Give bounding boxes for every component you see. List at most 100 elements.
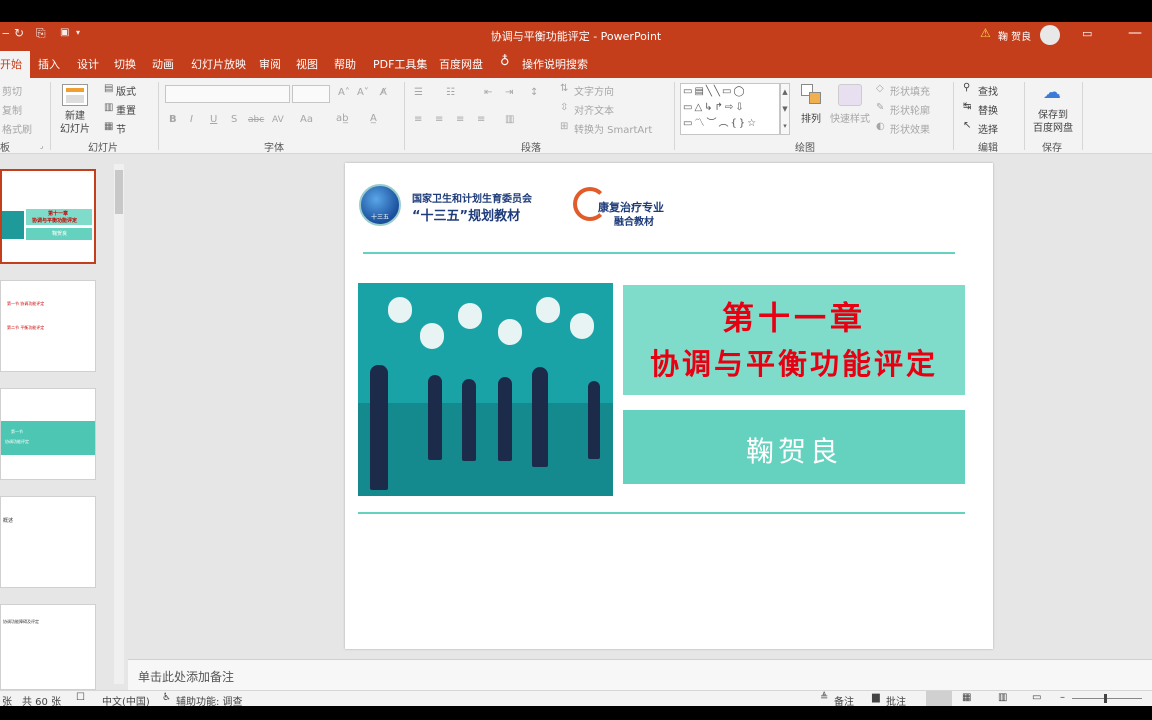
quick-styles-button[interactable]: 快速样式 [830, 110, 870, 125]
new-slide-button[interactable]: 新建 幻灯片 [57, 110, 93, 136]
slide-thumbnail-2[interactable]: 第一节 协调功能评定 第二节 平衡功能评定 [0, 280, 96, 372]
font-name-combo[interactable] [165, 85, 290, 103]
tab-design[interactable]: 设计 [77, 56, 99, 72]
format-painter-button[interactable]: 格式刷 [2, 121, 32, 136]
select-button[interactable]: 选择 [978, 121, 998, 136]
replace-button[interactable]: 替换 [978, 102, 998, 117]
tab-baidu-netdisk[interactable]: 百度网盘 [439, 56, 483, 72]
tab-home[interactable]: 开始 [0, 51, 30, 78]
avatar[interactable] [1040, 25, 1060, 45]
bold-button[interactable]: B [169, 114, 177, 125]
tab-help[interactable]: 帮助 [334, 56, 356, 72]
new-slide-icon[interactable] [62, 84, 88, 106]
tab-slideshow[interactable]: 幻灯片放映 [191, 56, 246, 72]
numbering-icon[interactable]: ☷ [446, 87, 455, 98]
thumb-author: 鞠贺良 [52, 231, 68, 237]
tab-view[interactable]: 视图 [296, 56, 318, 72]
comments-button[interactable]: 批注 [886, 693, 906, 708]
shrink-font-icon[interactable]: A˅ [357, 87, 369, 98]
text-direction-button[interactable]: 文字方向 [574, 83, 614, 98]
layout-button[interactable]: 版式 [116, 83, 136, 98]
bullets-icon[interactable]: ☰ [414, 87, 423, 98]
align-left-icon[interactable]: ≡ [414, 114, 422, 125]
language-indicator[interactable]: 中文(中国) [102, 693, 150, 708]
minimize-icon[interactable]: — [1128, 25, 1142, 41]
save-to-baidu-button[interactable]: 保存到 百度网盘 [1030, 109, 1076, 135]
notes-pane[interactable]: 单击此处添加备注 [128, 659, 1152, 690]
ribbon: 剪切 复制 格式刷 板 ⌟ 新建 幻灯片 ▤ 版式 ▥ 重置 ▦ 节 幻灯片 A… [0, 78, 1152, 154]
strikethrough-button[interactable]: abc [248, 115, 264, 125]
ribbon-display-options-icon[interactable]: ▭ [1082, 27, 1092, 40]
tab-review[interactable]: 审阅 [259, 56, 281, 72]
slideshow-view-icon[interactable]: ▭ [1032, 692, 1041, 703]
align-center-icon[interactable]: ≡ [435, 114, 443, 125]
font-size-combo[interactable] [292, 85, 330, 103]
font-color-icon[interactable]: A̲ [370, 113, 377, 124]
arrange-button[interactable]: 排列 [801, 110, 821, 125]
columns-icon[interactable]: ▥ [505, 114, 514, 125]
author-name: 鞠贺良 [745, 435, 842, 468]
spellcheck-icon[interactable]: ☐ [76, 692, 85, 703]
tab-animations[interactable]: 动画 [152, 56, 174, 72]
tell-me-search[interactable]: 操作说明搜索 [522, 56, 588, 72]
slide-thumbnail-3[interactable]: 第一节 协调功能评定 [0, 388, 96, 480]
warning-icon: ⚠ [980, 26, 991, 40]
user-name[interactable]: 鞠 贺良 [998, 28, 1031, 43]
slide-thumbnail-4[interactable]: 概述 [0, 496, 96, 588]
normal-view-icon[interactable] [926, 691, 952, 706]
shape-outline-button[interactable]: 形状轮廓 [890, 102, 930, 117]
clear-format-icon[interactable]: A̸ [380, 87, 387, 98]
section-button[interactable]: 节 [116, 121, 126, 136]
font-group-label: 字体 [264, 143, 284, 154]
slide-sorter-icon[interactable]: ▦ [962, 692, 971, 703]
find-button[interactable]: 查找 [978, 83, 998, 98]
shape-effects-button[interactable]: 形状效果 [890, 121, 930, 136]
scrollbar-thumb[interactable] [115, 170, 123, 214]
change-case-button[interactable]: Aa [300, 114, 313, 125]
thumbnail-scrollbar[interactable] [114, 164, 124, 684]
tab-pdf-tools[interactable]: PDF工具集 [373, 56, 427, 72]
zoom-out-icon[interactable]: – [1060, 692, 1065, 703]
slide-canvas[interactable]: 十三五 国家卫生和计划生育委员会 “十三五”规划教材 康复治疗专业 融合教材 第… [345, 163, 993, 649]
slide-thumbnail-1[interactable]: 第十一章 协调与平衡功能评定 鞠贺良 [0, 169, 96, 264]
quick-styles-icon[interactable] [838, 84, 862, 106]
city-skyline [358, 403, 613, 496]
accessibility-status[interactable]: 辅助功能: 调查 [176, 693, 243, 708]
baidu-cloud-icon[interactable]: ☁ [1043, 82, 1061, 103]
copy-button[interactable]: 复制 [2, 102, 22, 117]
cut-button[interactable]: 剪切 [2, 83, 22, 98]
group-separator [1082, 82, 1083, 150]
grow-font-icon[interactable]: A˄ [338, 87, 350, 98]
shapes-gallery[interactable]: ▭▤╲╲▭◯ ▭△↳↱⇨⇩ ▭〽︶︵{}☆ [680, 83, 780, 135]
reset-button[interactable]: 重置 [116, 102, 136, 117]
decrease-indent-icon[interactable]: ⇤ [484, 87, 492, 98]
reading-view-icon[interactable]: ▥ [998, 692, 1007, 703]
underline-button[interactable]: U [210, 114, 217, 125]
convert-smartart-button[interactable]: 转换为 SmartArt [574, 121, 652, 136]
align-text-button[interactable]: 对齐文本 [574, 102, 614, 117]
notes-button[interactable]: 备注 [834, 693, 854, 708]
shapes-scroll-icon[interactable]: ▲ ▼ ▾ [780, 83, 790, 135]
slide-thumbnail-5[interactable]: 协调功能障碍及评定 [0, 604, 96, 690]
tab-transitions[interactable]: 切换 [114, 56, 136, 72]
shadow-button[interactable]: S [231, 114, 237, 125]
align-right-icon[interactable]: ≡ [456, 114, 464, 125]
highlight-icon[interactable]: ab̲ [336, 113, 348, 124]
thumb-text: 第一节 [11, 429, 23, 434]
increase-indent-icon[interactable]: ⇥ [505, 87, 513, 98]
justify-icon[interactable]: ≡ [477, 114, 485, 125]
shape-fill-button[interactable]: 形状填充 [890, 83, 930, 98]
arrange-icon[interactable] [801, 84, 823, 106]
zoom-slider-thumb[interactable] [1104, 694, 1107, 703]
zoom-slider[interactable] [1072, 698, 1142, 699]
status-bar: 张 共 60 张 ☐ 中文(中国) ♿ 辅助功能: 调查 ≜ 备注 ▆ 批注 ▦… [0, 690, 1152, 708]
title-block[interactable]: 第十一章 协调与平衡功能评定 [623, 285, 965, 395]
tab-insert[interactable]: 插入 [38, 56, 60, 72]
reset-icon: ▥ [104, 102, 114, 113]
italic-button[interactable]: I [190, 114, 193, 125]
shapes-gallery-icons[interactable]: ▭▤╲╲▭◯ ▭△↳↱⇨⇩ ▭〽︶︵{}☆ [683, 84, 758, 132]
char-spacing-button[interactable]: AV [272, 115, 284, 125]
line-spacing-icon[interactable]: ↕ [530, 87, 538, 98]
clipboard-launcher-icon[interactable]: ⌟ [40, 142, 43, 150]
author-block[interactable]: 鞠贺良 [623, 410, 965, 484]
